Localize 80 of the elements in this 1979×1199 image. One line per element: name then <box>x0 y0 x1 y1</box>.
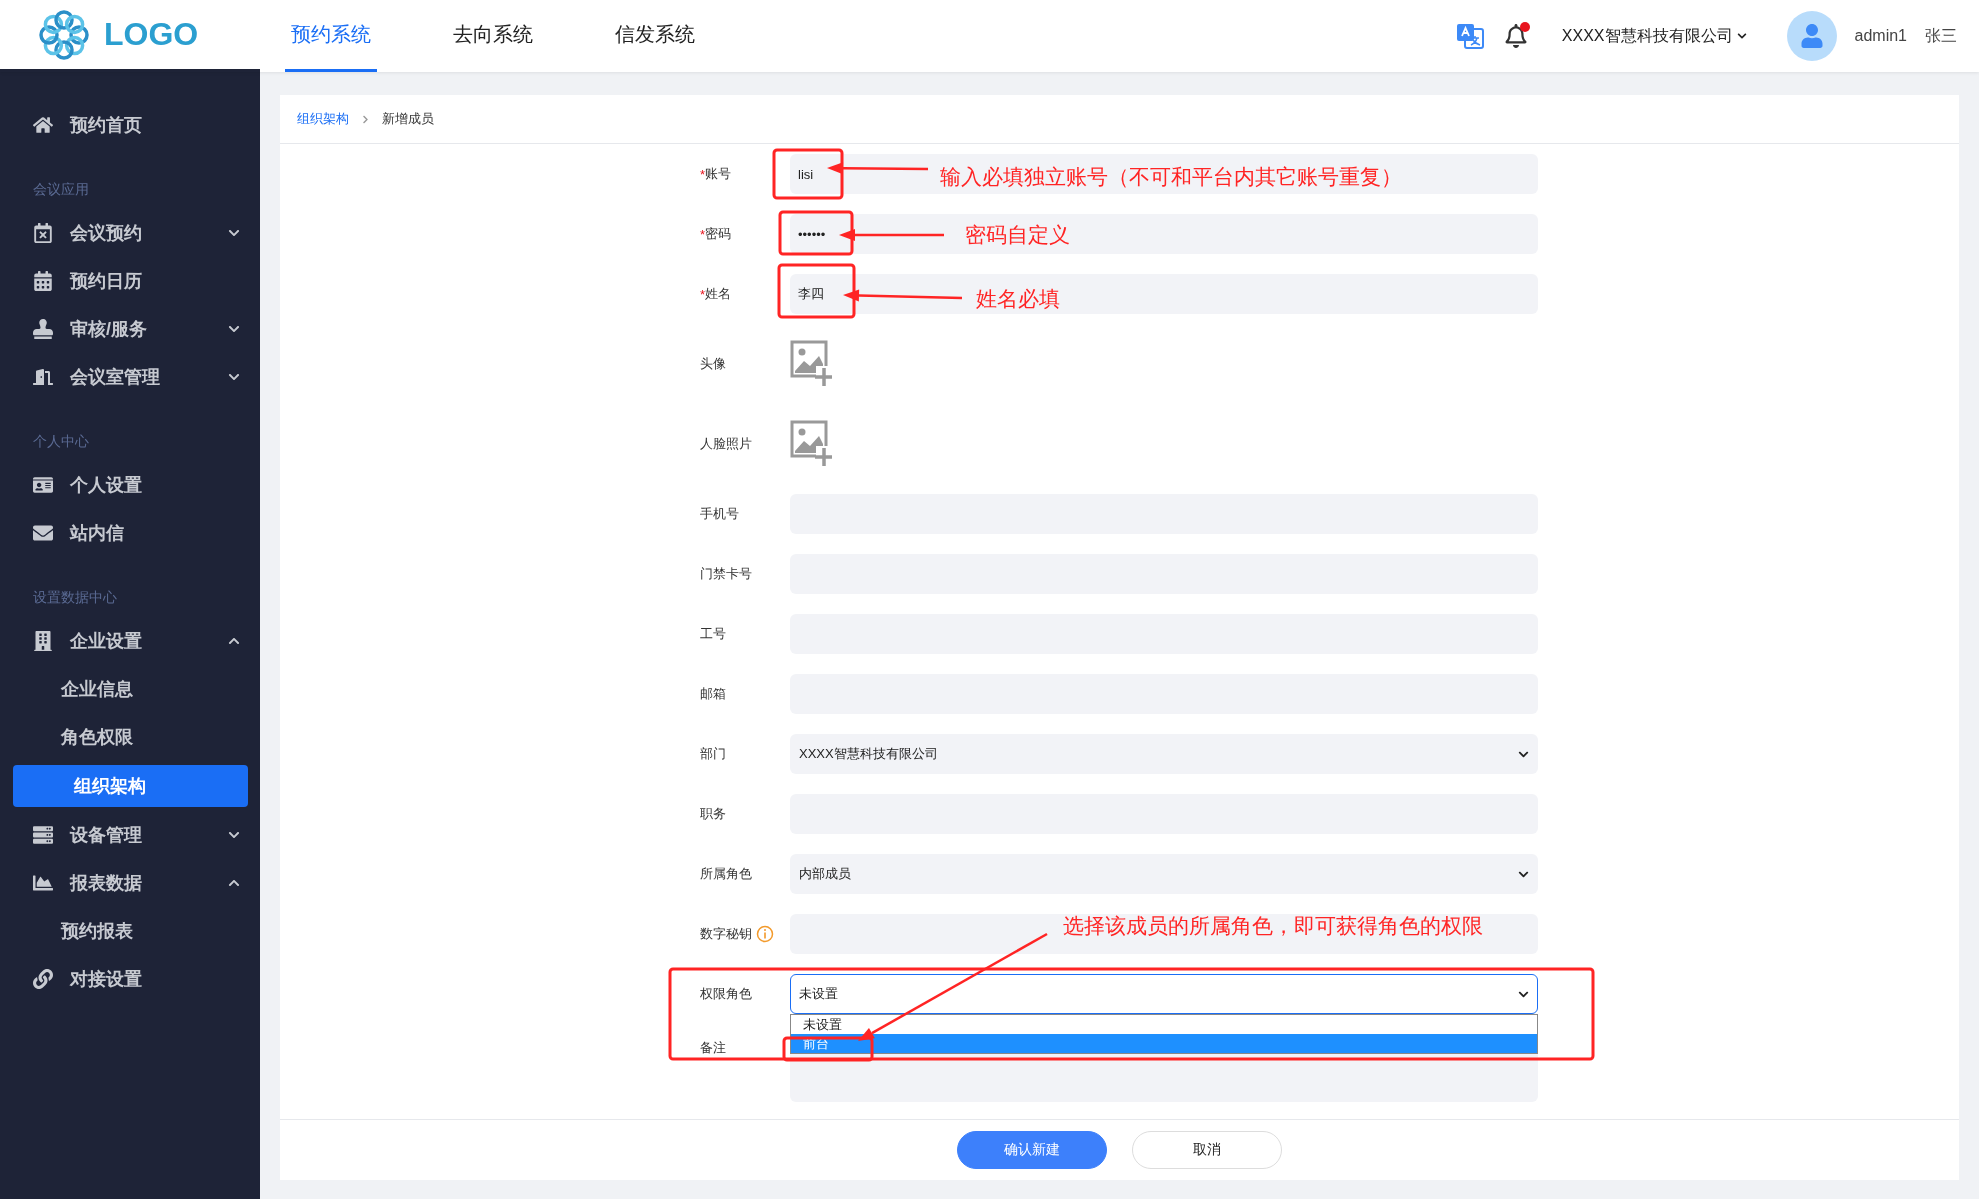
sidebar-item[interactable]: 预约日历 <box>0 257 260 305</box>
logo-text: LOGO <box>104 16 199 53</box>
required-mark: * <box>700 166 706 182</box>
field-label: 姓名 <box>705 285 732 303</box>
avatar[interactable] <box>1786 11 1837 61</box>
field-label: 职务 <box>700 805 726 823</box>
sidebar-item[interactable]: 预约首页 <box>0 101 260 149</box>
chevron-down-icon <box>228 829 240 841</box>
sidebar-section-title: 设置数据中心 <box>32 588 118 607</box>
nav-tab[interactable]: 预约系统 <box>285 0 377 72</box>
field-label: 部门 <box>700 745 726 763</box>
user-name: 张三 <box>1925 25 1957 46</box>
annotation-text: 输入必填独立账号（不可和平台内其它账号重复） <box>940 164 1402 190</box>
building-icon <box>33 631 53 651</box>
field-label: 头像 <box>700 355 726 373</box>
input-field[interactable] <box>790 914 1538 954</box>
sidebar-item[interactable]: 预约报表 <box>0 907 260 955</box>
sidebar-item[interactable]: 组织架构 <box>13 765 248 807</box>
translate-icon[interactable] <box>1455 22 1484 50</box>
nav-tab[interactable]: 去向系统 <box>447 0 539 72</box>
field-label: 人脸照片 <box>700 435 752 453</box>
field-label: 邮箱 <box>700 685 726 703</box>
sidebar-item[interactable]: 角色权限 <box>0 713 260 761</box>
sidebar-item[interactable]: 企业信息 <box>0 665 260 713</box>
field-label: 密码 <box>705 225 732 243</box>
field-label: 备注 <box>700 1039 726 1057</box>
sidebar-item[interactable]: 个人设置 <box>0 461 260 509</box>
link-icon <box>33 969 53 989</box>
sidebar-item[interactable]: 会议室管理 <box>0 353 260 401</box>
chevron-up-icon <box>228 635 240 647</box>
cancel-button[interactable]: 取消 <box>1132 1131 1282 1169</box>
sidebar-item[interactable]: 会议预约 <box>0 209 260 257</box>
sidebar-section-title: 会议应用 <box>32 180 90 199</box>
door-icon <box>33 367 53 387</box>
annotation-text: 密码自定义 <box>965 222 1070 248</box>
id-card-icon <box>33 475 53 495</box>
chevron-down-icon <box>228 371 240 383</box>
annotation-box <box>772 148 844 200</box>
chart-icon <box>33 873 53 893</box>
sidebar-item[interactable]: 企业设置 <box>0 617 260 665</box>
required-mark: * <box>700 226 706 242</box>
username: admin1 <box>1854 27 1907 45</box>
field-label: 数字秘钥 <box>700 925 752 943</box>
chevron-right-icon <box>361 114 370 124</box>
stamp-icon <box>33 319 53 339</box>
annotation-text: 姓名必填 <box>976 286 1060 312</box>
sidebar-item[interactable]: 站内信 <box>0 509 260 557</box>
home-icon <box>33 115 53 135</box>
select-field[interactable]: 未设置 <box>790 974 1538 1014</box>
required-mark: * <box>700 286 706 302</box>
field-label: 所属角色 <box>700 865 752 883</box>
annotation-text: 选择该成员的所属角色，即可获得角色的权限 <box>1063 913 1483 939</box>
image-upload-icon[interactable] <box>790 420 832 468</box>
breadcrumb-link[interactable]: 组织架构 <box>297 110 349 128</box>
field-label: 权限角色 <box>700 985 752 1003</box>
confirm-button[interactable]: 确认新建 <box>957 1131 1107 1169</box>
chevron-up-icon <box>228 877 240 889</box>
image-upload-icon[interactable] <box>790 340 832 388</box>
server-icon <box>33 825 53 845</box>
field-label: 工号 <box>700 625 726 643</box>
nav-tab[interactable]: 信发系统 <box>609 0 701 72</box>
field-label: 手机号 <box>700 505 739 523</box>
chevron-down-icon <box>228 323 240 335</box>
chevron-down-icon <box>1736 31 1747 41</box>
sidebar-item[interactable]: 设备管理 <box>0 811 260 859</box>
flower-logo-icon <box>38 8 90 61</box>
envelope-icon <box>33 523 53 543</box>
breadcrumb-current: 新增成员 <box>382 110 434 128</box>
calendar-icon <box>33 223 53 243</box>
calendar-icon <box>33 271 53 291</box>
sidebar-item[interactable]: 对接设置 <box>0 955 260 1003</box>
select-field[interactable]: XXXX智慧科技有限公司 <box>790 734 1538 774</box>
chevron-down-icon <box>228 227 240 239</box>
select-field[interactable]: 内部成员 <box>790 854 1538 894</box>
sidebar-item[interactable]: 报表数据 <box>0 859 260 907</box>
field-label: 门禁卡号 <box>700 565 752 583</box>
sidebar-item[interactable]: 审核/服务 <box>0 305 260 353</box>
field-label: 账号 <box>705 165 732 183</box>
company-dropdown[interactable]: XXXX智慧科技有限公司 <box>1561 25 1747 47</box>
sidebar-section-title: 个人中心 <box>32 432 90 451</box>
